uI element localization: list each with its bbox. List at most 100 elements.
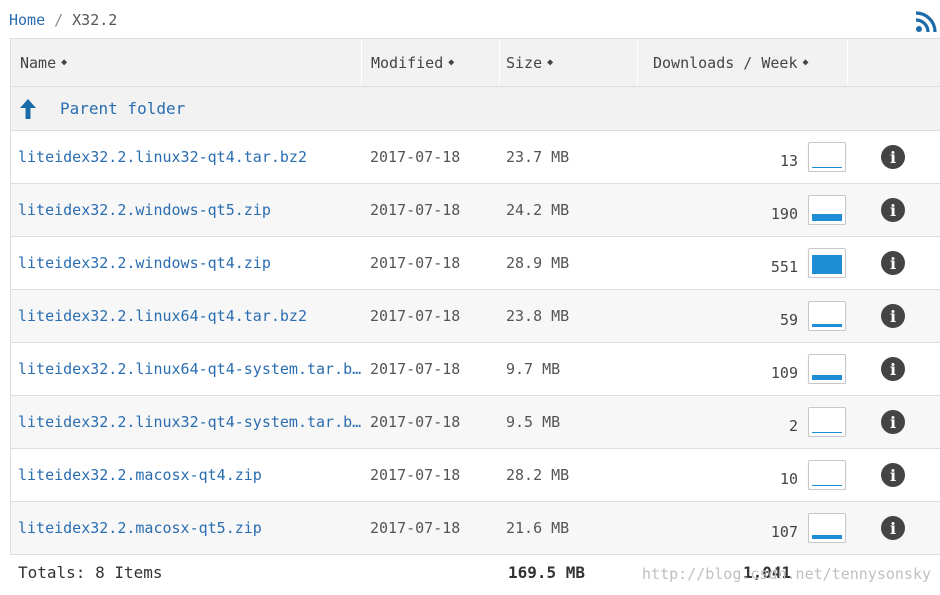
parent-folder-row[interactable]: Parent folder <box>11 87 940 131</box>
file-name-link[interactable]: liteidex32.2.windows-qt5.zip <box>18 201 362 219</box>
file-size: 9.5 MB <box>506 413 561 431</box>
downloads-header-label: Downloads / Week <box>653 53 798 72</box>
top-bar: Home / X32.2 <box>0 0 940 38</box>
file-size: 23.8 MB <box>506 307 570 325</box>
info-icon[interactable]: i <box>881 198 905 222</box>
file-name-cell: liteidex32.2.linux32-qt4-system.tar.bz2 <box>11 413 362 431</box>
download-sparkline[interactable] <box>808 354 846 384</box>
downloads-cell: 2 <box>638 407 848 437</box>
totals-size: 169.5 MB <box>508 563 586 582</box>
table-row: liteidex32.2.windows-qt5.zip 2017-07-18 24… <box>11 184 940 237</box>
info-cell: i <box>848 357 938 381</box>
sort-icon: ◆ <box>61 57 68 68</box>
downloads-cell: 109 <box>638 354 848 384</box>
sort-icon: ◆ <box>448 57 455 68</box>
sparkline-fill <box>812 167 842 168</box>
downloads-cell: 107 <box>638 513 848 543</box>
info-cell: i <box>848 145 938 169</box>
downloads-column-header[interactable]: Downloads / Week ◆ <box>638 39 848 86</box>
info-icon[interactable]: i <box>881 251 905 275</box>
sparkline-fill <box>812 324 842 327</box>
info-cell: i <box>848 251 938 275</box>
breadcrumb-home-link[interactable]: Home <box>9 11 45 29</box>
file-name-cell: liteidex32.2.linux64-qt4-system.tar.bz2 <box>11 360 362 378</box>
table-row: liteidex32.2.linux64-qt4.tar.bz2 2017-07-… <box>11 290 940 343</box>
modified-date: 2017-07-18 <box>370 254 461 272</box>
downloads-cell: 10 <box>638 460 848 490</box>
totals-row: Totals: 8 Items 169.5 MB 1,041 http://bl… <box>10 551 939 591</box>
table-row: liteidex32.2.linux64-qt4-system.tar.bz2 2… <box>11 343 940 396</box>
totals-label: Totals: 8 Items <box>18 563 163 582</box>
size-header-label: Size <box>506 53 543 72</box>
download-count: 551 <box>770 258 798 276</box>
file-name-cell: liteidex32.2.linux32-qt4.tar.bz2 <box>11 148 362 166</box>
download-sparkline[interactable] <box>808 407 846 437</box>
download-sparkline[interactable] <box>808 248 846 278</box>
file-name-link[interactable]: liteidex32.2.linux64-qt4-system.tar.bz2 <box>18 360 362 378</box>
info-icon[interactable]: i <box>881 516 905 540</box>
table-header: Name ◆ Modified ◆ Size ◆ Downloads / Week ◆ <box>11 39 940 87</box>
breadcrumb-separator: / <box>54 11 64 29</box>
download-count: 190 <box>770 205 798 223</box>
name-column-header[interactable]: Name ◆ <box>11 39 362 86</box>
modified-date: 2017-07-18 <box>370 307 461 325</box>
modified-date: 2017-07-18 <box>370 466 461 484</box>
modified-date: 2017-07-18 <box>370 519 461 537</box>
downloads-cell: 59 <box>638 301 848 331</box>
parent-folder-link[interactable]: Parent folder <box>60 99 185 118</box>
info-icon[interactable]: i <box>881 304 905 328</box>
file-name-link[interactable]: liteidex32.2.linux32-qt4.tar.bz2 <box>18 148 362 166</box>
downloads-cell: 551 <box>638 248 848 278</box>
download-sparkline[interactable] <box>808 460 846 490</box>
downloads-cell: 13 <box>638 142 848 172</box>
table-row: liteidex32.2.windows-qt4.zip 2017-07-18 28… <box>11 237 940 290</box>
modified-header-label: Modified <box>371 53 444 72</box>
info-icon[interactable]: i <box>881 357 905 381</box>
up-arrow-icon <box>20 98 36 119</box>
download-sparkline[interactable] <box>808 301 846 331</box>
modified-date: 2017-07-18 <box>370 148 461 166</box>
file-name-link[interactable]: liteidex32.2.macosx-qt4.zip <box>18 466 362 484</box>
file-list: liteidex32.2.linux32-qt4.tar.bz2 2017-07-… <box>11 131 940 555</box>
sparkline-fill <box>812 255 842 274</box>
modified-column-header[interactable]: Modified ◆ <box>362 39 500 86</box>
info-icon[interactable]: i <box>881 463 905 487</box>
file-name-cell: liteidex32.2.windows-qt5.zip <box>11 201 362 219</box>
sparkline-fill <box>812 432 842 433</box>
file-size: 28.2 MB <box>506 466 570 484</box>
download-count: 59 <box>779 311 798 329</box>
download-sparkline[interactable] <box>808 513 846 543</box>
rss-icon[interactable] <box>915 11 937 33</box>
file-name-link[interactable]: liteidex32.2.windows-qt4.zip <box>18 254 362 272</box>
info-column-header <box>848 39 938 86</box>
download-count: 2 <box>788 417 798 435</box>
file-name-cell: liteidex32.2.windows-qt4.zip <box>11 254 362 272</box>
info-cell: i <box>848 516 938 540</box>
file-name-link[interactable]: liteidex32.2.linux32-qt4-system.tar.bz2 <box>18 413 362 431</box>
file-size: 23.7 MB <box>506 148 570 166</box>
file-size: 21.6 MB <box>506 519 570 537</box>
download-count: 109 <box>770 364 798 382</box>
watermark: http://blog.csdn.net/tennysonsky <box>642 565 931 583</box>
modified-date: 2017-07-18 <box>370 201 461 219</box>
info-cell: i <box>848 463 938 487</box>
file-name-cell: liteidex32.2.macosx-qt4.zip <box>11 466 362 484</box>
info-icon[interactable]: i <box>881 145 905 169</box>
table-row: liteidex32.2.linux32-qt4-system.tar.bz2 2… <box>11 396 940 449</box>
file-name-link[interactable]: liteidex32.2.macosx-qt5.zip <box>18 519 362 537</box>
sort-icon: ◆ <box>547 57 554 68</box>
info-icon[interactable]: i <box>881 410 905 434</box>
download-sparkline[interactable] <box>808 195 846 225</box>
sparkline-fill <box>812 375 842 380</box>
table-row: liteidex32.2.linux32-qt4.tar.bz2 2017-07-… <box>11 131 940 184</box>
sparkline-fill <box>812 485 842 486</box>
sparkline-fill <box>812 535 842 539</box>
size-column-header[interactable]: Size ◆ <box>500 39 638 86</box>
download-count: 13 <box>779 152 798 170</box>
file-size: 24.2 MB <box>506 201 570 219</box>
file-name-link[interactable]: liteidex32.2.linux64-qt4.tar.bz2 <box>18 307 362 325</box>
sparkline-fill <box>812 214 842 221</box>
download-sparkline[interactable] <box>808 142 846 172</box>
modified-date: 2017-07-18 <box>370 413 461 431</box>
file-size: 9.7 MB <box>506 360 561 378</box>
